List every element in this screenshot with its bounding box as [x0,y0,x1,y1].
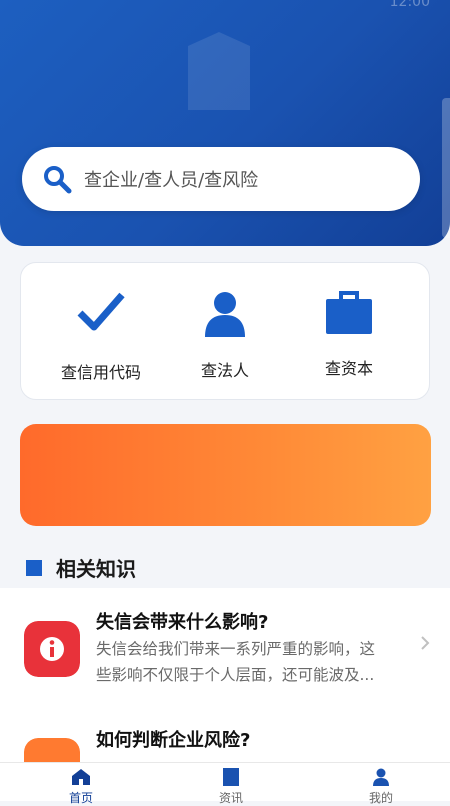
article-summary: 失信会给我们带来一系列严重的影响，这 些影响不仅限于个人层面，还可能波及... [96,636,412,688]
summary-line: 失信会给我们带来一系列严重的影响，这 [96,640,376,658]
header-banner: 12:00 查企业/查人员/查风险 [0,0,450,246]
check-icon [77,292,125,331]
promo-banner[interactable] [20,424,431,526]
quick-action-label: 查信用代码 [60,363,141,382]
section-title: 相关知识 [56,557,136,581]
tab-label: 首页 [68,791,93,805]
tab-home[interactable]: 首页 [6,763,156,805]
article-list: 失信会带来什么影响? 失信会给我们带来一系列严重的影响，这 些影响不仅限于个人层… [0,588,450,794]
status-time: 12:00 [389,0,430,10]
news-icon [223,768,239,786]
quick-actions-card: 查信用代码 查法人 查资本 [20,262,430,400]
tab-news[interactable]: 资讯 [156,763,306,805]
summary-line: 些影响不仅限于个人层面，还可能波及... [96,666,375,684]
building-logo-icon [188,32,250,110]
search-placeholder: 查企业/查人员/查风险 [84,170,259,191]
quick-action-capital[interactable]: 查资本 [281,263,417,399]
search-icon [44,166,72,194]
article-title: 如何判断企业风险? [96,730,251,751]
search-input[interactable]: 查企业/查人员/查风险 [22,147,420,211]
bottom-tab-bar: 首页 资讯 我的 [0,762,450,805]
article-title: 失信会带来什么影响? [96,612,269,633]
tab-profile[interactable]: 我的 [306,763,450,805]
briefcase-icon [326,291,372,334]
scrollbar[interactable] [442,98,450,238]
quick-action-legal-person[interactable]: 查法人 [157,263,293,399]
section-marker [26,559,42,576]
home-icon [72,769,90,785]
quick-action-label: 查资本 [324,359,373,378]
tab-label: 我的 [368,791,393,805]
person-icon [205,292,245,337]
section-header: 相关知识 [26,553,136,582]
quick-action-label: 查法人 [200,361,249,380]
info-icon [24,621,80,677]
quick-action-credit-code[interactable]: 查信用代码 [33,263,169,399]
profile-icon [373,768,389,786]
chevron-right-icon [421,636,430,650]
tab-label: 资讯 [218,791,243,805]
